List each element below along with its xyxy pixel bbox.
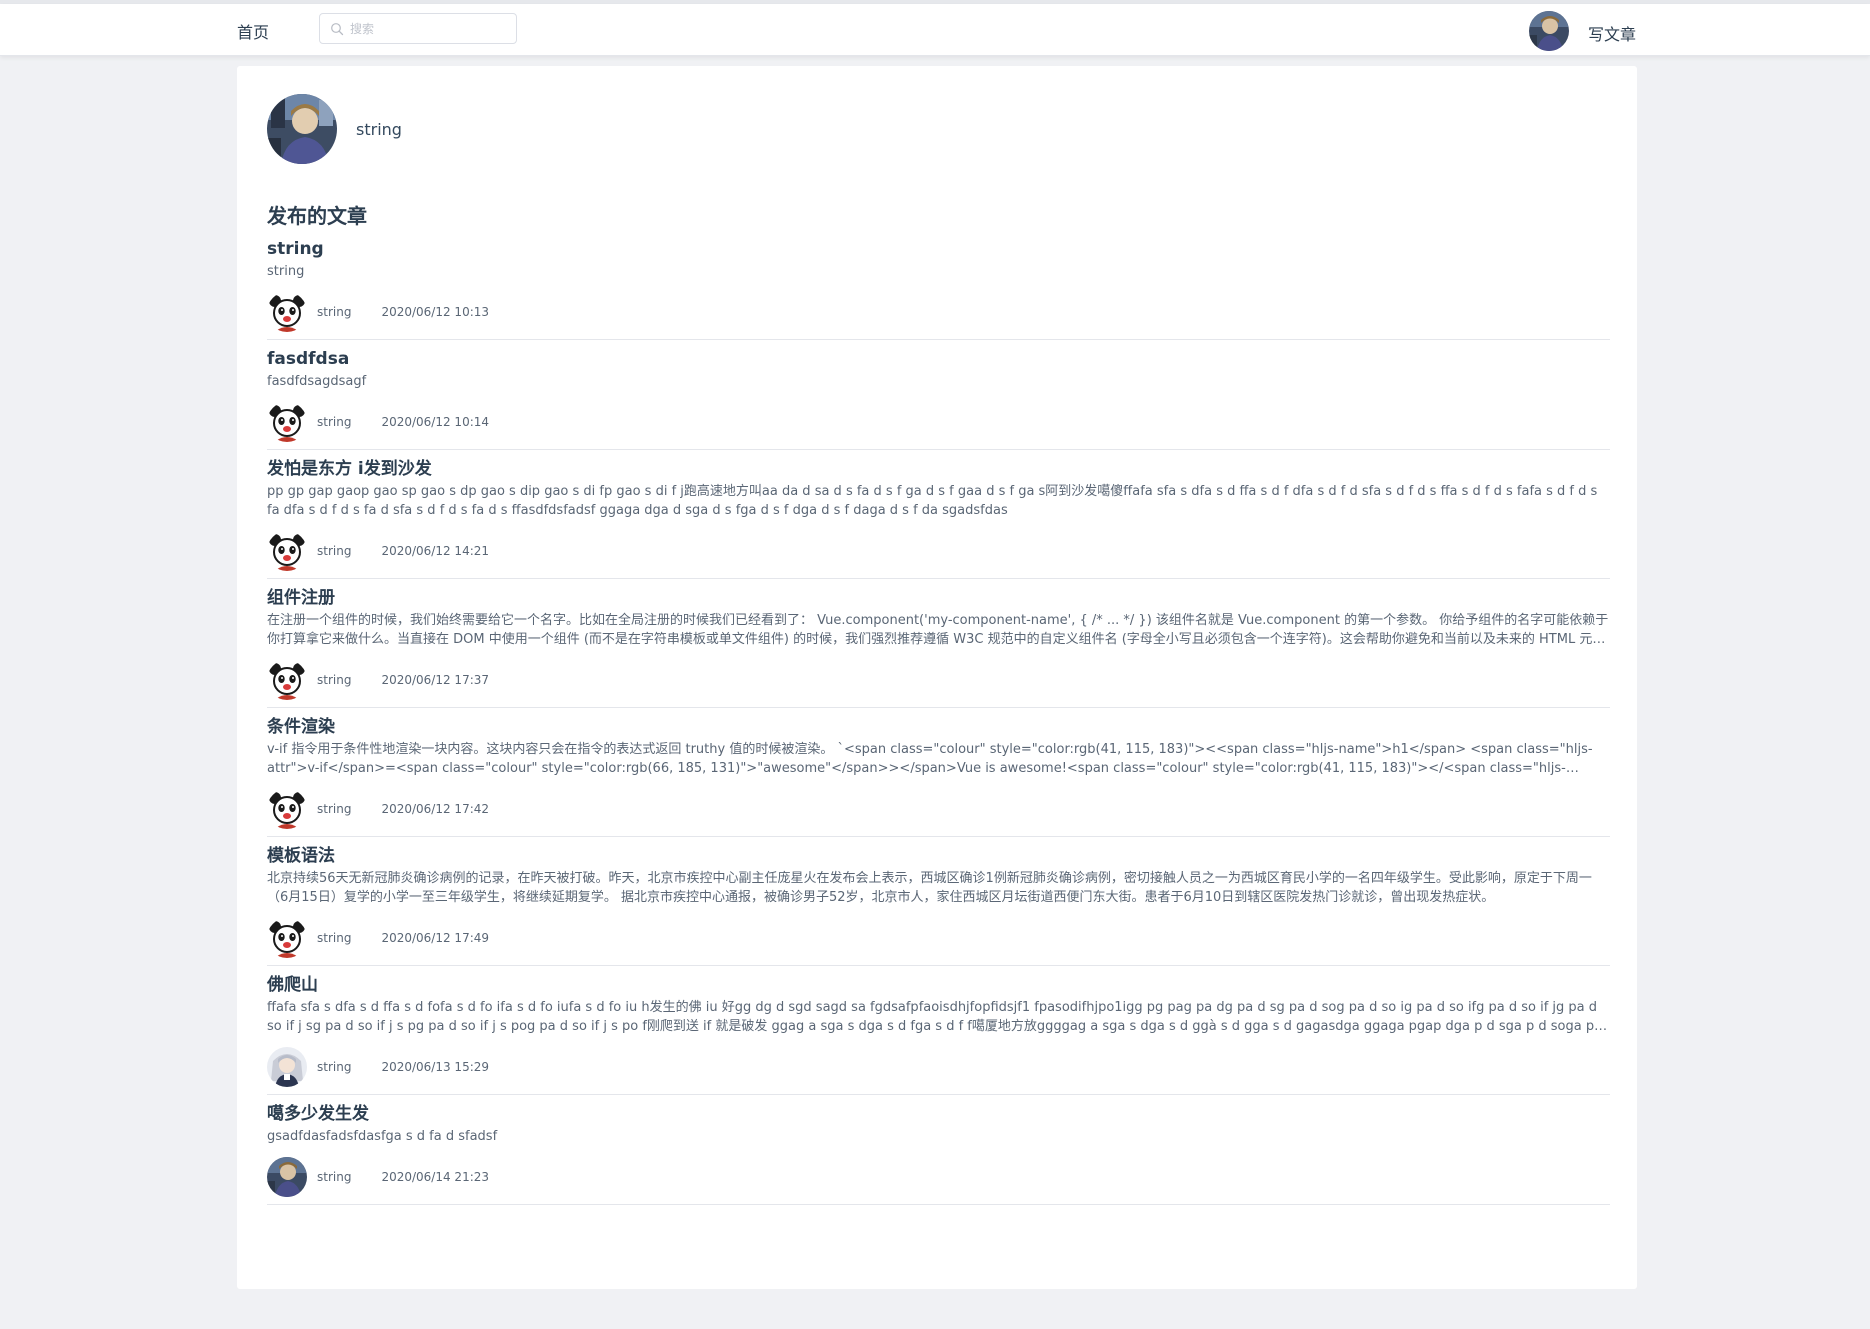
article-meta: string 2020/06/12 17:37 [267, 659, 1610, 701]
profile-card: string 发布的文章 string string string 2020/06/… [237, 66, 1637, 1289]
search-icon [331, 22, 344, 35]
article-item[interactable]: 佛爬山 ffafa sfa s dfa s d ffa s d fofa s d … [267, 974, 1610, 1095]
article-title[interactable]: 模板语法 [267, 845, 1610, 867]
article-time: 2020/06/14 21:23 [381, 1170, 490, 1184]
article-item[interactable]: 发怕是东方 i发到沙发 pp gp gap gaop gao sp gao s d… [267, 458, 1610, 579]
article-author: string [317, 802, 352, 816]
article-list: string string string 2020/06/12 10:13 fasdf… [267, 238, 1610, 1213]
cartoon-panda-avatar-icon [267, 531, 307, 571]
article-summary: 北京持续56天无新冠肺炎确诊病例的记录，在昨天被打破。昨天，北京市疾控中心副主任… [267, 871, 1592, 905]
nav-home-link[interactable]: 首页 [237, 19, 269, 43]
article-author: string [317, 931, 352, 945]
article-summary: 在注册一个组件的时候，我们始终需要给它一个名字。比如在全局注册的时候我们已经看到… [267, 613, 1609, 647]
profile-avatar-icon [267, 94, 337, 164]
photo-avatar-icon [267, 1157, 307, 1197]
section-title: 发布的文章 [267, 204, 367, 228]
article-summary: ffafa sfa s dfa s d ffa s d fofa s d fo … [267, 1000, 1607, 1034]
article-meta: string 2020/06/12 14:21 [267, 530, 1610, 572]
article-meta: string 2020/06/12 10:13 [267, 291, 1610, 333]
article-title[interactable]: 发怕是东方 i发到沙发 [267, 458, 1610, 480]
search-box[interactable] [319, 13, 517, 44]
profile-username: string [356, 119, 402, 139]
article-time: 2020/06/12 17:42 [381, 802, 490, 816]
article-time: 2020/06/12 14:21 [381, 544, 490, 558]
article-summary: fasdfdsagdsagf [267, 374, 367, 389]
article-item[interactable]: 噶多少发生发 gsadfdasfadsfdasfga s d fa d sfads… [267, 1103, 1610, 1205]
article-item[interactable]: fasdfdsa fasdfdsagdsagf string 2020/06/12 … [267, 348, 1610, 450]
article-author: string [317, 305, 352, 319]
user-avatar-icon[interactable] [1529, 11, 1569, 51]
cartoon-panda-avatar-icon [267, 402, 307, 442]
article-summary: gsadfdasfadsfdasfga s d fa d sfadsf [267, 1129, 498, 1144]
article-time: 2020/06/12 10:14 [381, 415, 490, 429]
article-summary: v-if 指令用于条件性地渲染一块内容。这块内容只会在指令的表达式返回 trut… [267, 742, 1593, 776]
article-meta: string 2020/06/13 15:29 [267, 1046, 1610, 1088]
article-author: string [317, 673, 352, 687]
cartoon-panda-avatar-icon [267, 660, 307, 700]
anime-character-avatar-icon [267, 1047, 307, 1087]
cartoon-panda-avatar-icon [267, 789, 307, 829]
article-item[interactable]: string string string 2020/06/12 10:13 [267, 238, 1610, 340]
article-title[interactable]: 条件渲染 [267, 716, 1610, 738]
article-meta: string 2020/06/12 10:14 [267, 401, 1610, 443]
cartoon-panda-avatar-icon [267, 292, 307, 332]
article-title[interactable]: string [267, 238, 1610, 260]
article-item[interactable]: 条件渲染 v-if 指令用于条件性地渲染一块内容。这块内容只会在指令的表达式返回 … [267, 716, 1610, 837]
profile-header: string [267, 94, 402, 164]
article-time: 2020/06/13 15:29 [381, 1060, 490, 1074]
article-item[interactable]: 模板语法北京持续56天无新冠肺炎确诊病例的记录，在昨天被打破。昨天，北京市疾控中… [267, 845, 1610, 966]
article-author: string [317, 1060, 352, 1074]
article-summary: string [267, 264, 305, 279]
article-item[interactable]: 组件注册在注册一个组件的时候，我们始终需要给它一个名字。比如在全局注册的时候我们… [267, 587, 1610, 708]
write-article-link[interactable]: 写文章 [1588, 21, 1636, 45]
top-navbar: 首页 写文章 [0, 4, 1870, 56]
article-author: string [317, 544, 352, 558]
article-time: 2020/06/12 17:37 [381, 673, 490, 687]
article-meta: string 2020/06/12 17:49 [267, 917, 1610, 959]
search-input[interactable] [350, 21, 510, 36]
article-summary: pp gp gap gaop gao sp gao s dp gao s dip… [267, 484, 1598, 518]
cartoon-panda-avatar-icon [267, 918, 307, 958]
article-author: string [317, 1170, 352, 1184]
article-title[interactable]: 组件注册 [267, 587, 1610, 609]
article-meta: string 2020/06/14 21:23 [267, 1156, 1610, 1198]
article-author: string [317, 415, 352, 429]
article-time: 2020/06/12 10:13 [381, 305, 490, 319]
article-title[interactable]: 佛爬山 [267, 974, 1610, 996]
article-meta: string 2020/06/12 17:42 [267, 788, 1610, 830]
article-title[interactable]: fasdfdsa [267, 348, 1610, 370]
article-time: 2020/06/12 17:49 [381, 931, 490, 945]
article-title[interactable]: 噶多少发生发 [267, 1103, 1610, 1125]
